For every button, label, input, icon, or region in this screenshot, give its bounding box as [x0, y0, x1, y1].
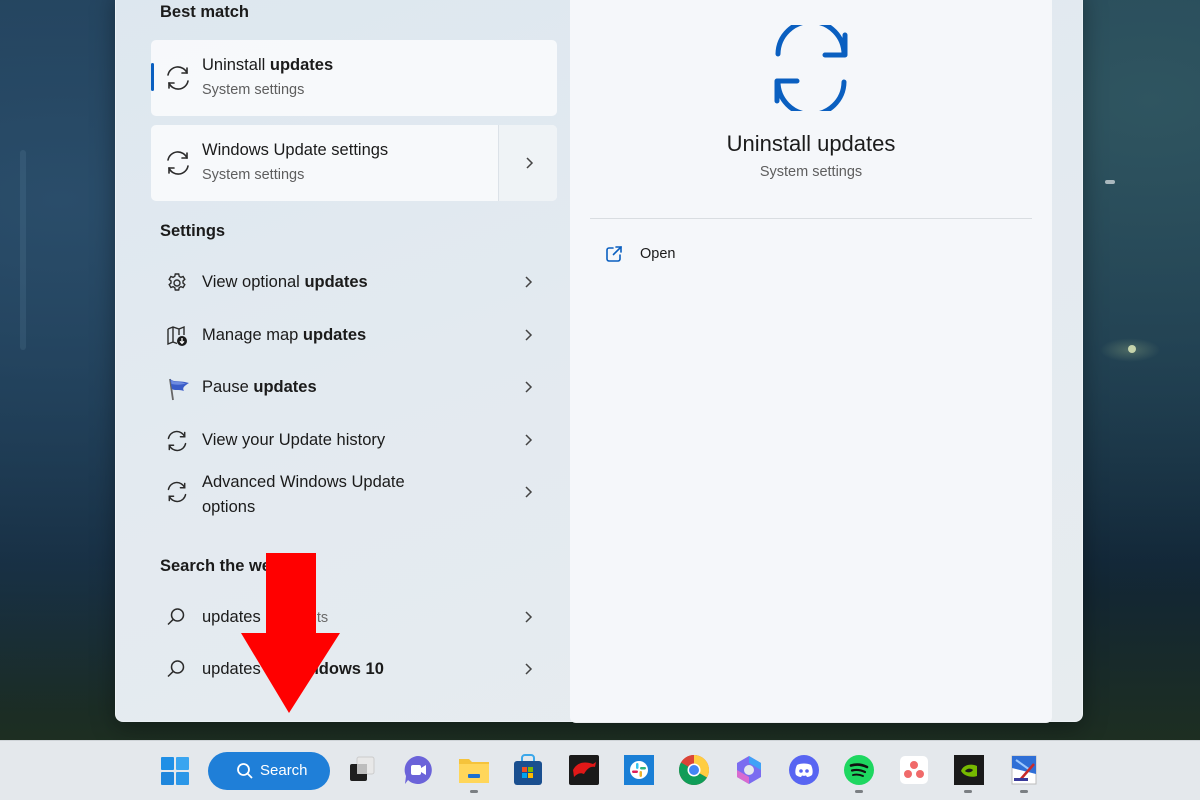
start-search-panel: Best match Uninstall updates System sett… — [115, 0, 1083, 723]
web-result-label: updates ndows 10 — [202, 660, 384, 678]
taskbar: Search — [0, 740, 1200, 800]
asana-icon[interactable] — [898, 754, 930, 786]
msi-dragon-center-icon[interactable] — [568, 754, 600, 786]
settings-item-manage-map-updates[interactable]: Manage map updates — [151, 312, 557, 358]
settings-item-view-optional-updates[interactable]: View optional updates — [151, 259, 557, 305]
running-indicator — [964, 790, 972, 793]
search-icon — [236, 762, 254, 780]
settings-item-label: View optional updates — [202, 273, 368, 291]
settings-item-label: Advanced Windows Update options — [202, 473, 405, 516]
search-label: Search — [260, 762, 308, 779]
open-external-icon — [605, 245, 623, 263]
web-result-updates[interactable]: updates eb results — [151, 594, 557, 640]
task-view-icon[interactable] — [347, 754, 379, 786]
open-action[interactable]: Open — [590, 237, 1032, 273]
best-match-heading: Best match — [160, 3, 249, 21]
running-indicator — [855, 790, 863, 793]
chevron-right-icon — [523, 380, 533, 394]
microsoft-365-copilot-icon[interactable] — [733, 754, 765, 786]
chevron-right-icon — [524, 156, 534, 170]
blue-flag-icon — [165, 376, 189, 401]
teams-meet-icon[interactable] — [402, 754, 434, 786]
windows-start-icon[interactable] — [160, 756, 190, 786]
running-indicator — [470, 790, 478, 793]
search-icon — [165, 658, 189, 682]
running-indicator — [1020, 790, 1028, 793]
wallpaper-detail — [20, 150, 26, 350]
wallpaper-detail — [1128, 345, 1136, 353]
chevron-right-icon — [523, 662, 533, 676]
web-result-updates-windows-10[interactable]: updates ndows 10 — [151, 646, 557, 692]
chevron-right-icon — [523, 328, 533, 342]
web-result-label: updates eb results — [202, 608, 329, 626]
search-icon — [165, 606, 189, 630]
gear-icon — [165, 271, 189, 295]
sync-icon — [164, 149, 192, 177]
wallpaper-detail — [1105, 180, 1115, 184]
spotify-icon[interactable] — [843, 754, 875, 786]
result-title: Windows Update settings — [202, 141, 389, 159]
file-explorer-icon[interactable] — [457, 754, 489, 786]
result-subtitle: System settings — [202, 82, 305, 98]
result-title: Uninstall updates — [202, 56, 334, 74]
settings-item-label: Manage map updates — [202, 326, 367, 344]
settings-item-label: View your Update history — [202, 431, 386, 449]
settings-item-label: Pause updates — [202, 378, 317, 396]
chrome-icon[interactable] — [678, 754, 710, 786]
settings-item-advanced-update-options[interactable]: Advanced Windows Update options — [151, 467, 557, 517]
sync-icon — [165, 429, 189, 453]
open-action-label: Open — [640, 246, 676, 262]
settings-item-pause-updates[interactable]: Pause updates — [151, 364, 557, 410]
search-web-heading: Search the we — [160, 557, 271, 575]
best-match-windows-update-settings[interactable]: Windows Update settings System settings — [151, 125, 557, 201]
expand-details-button[interactable] — [498, 125, 557, 201]
slack-icon[interactable] — [623, 754, 655, 786]
settings-heading: Settings — [160, 222, 226, 240]
result-subtitle: System settings — [202, 167, 305, 183]
best-match-uninstall-updates[interactable]: Uninstall updates System settings — [151, 40, 557, 116]
preview-subtitle: System settings — [759, 164, 863, 180]
taskbar-search-button[interactable]: Search — [208, 752, 330, 790]
discord-icon[interactable] — [788, 754, 820, 786]
microsoft-store-icon[interactable] — [513, 754, 545, 786]
settings-item-view-update-history[interactable]: View your Update history — [151, 417, 557, 463]
preview-pane: Uninstall updates System settings Open — [570, 0, 1052, 723]
chevron-right-icon — [523, 433, 533, 447]
chevron-right-icon — [523, 610, 533, 624]
preview-title: Uninstall updates — [726, 131, 896, 156]
sync-icon — [768, 19, 854, 117]
divider — [590, 218, 1032, 219]
nvidia-icon[interactable] — [953, 754, 985, 786]
map-download-icon — [165, 324, 189, 348]
sync-icon — [165, 480, 189, 504]
paint-tool-icon[interactable] — [1008, 754, 1040, 786]
chevron-right-icon — [523, 485, 533, 499]
chevron-right-icon — [523, 275, 533, 289]
sync-icon — [164, 64, 192, 92]
